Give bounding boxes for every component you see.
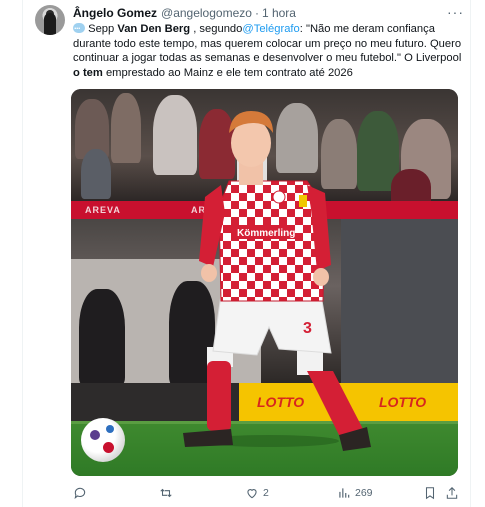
tweet-header: Ângelo Gomez @angelogomezo · 1 hora (73, 5, 296, 21)
share-icon (446, 487, 458, 499)
separator-dot: · (254, 6, 259, 20)
player-figure: 3 Kömmerling (183, 111, 371, 451)
retweet-icon (160, 488, 172, 498)
avatar-figure (44, 13, 56, 35)
column-divider-left (22, 0, 23, 507)
retweet-button[interactable] (159, 485, 173, 501)
views-button[interactable]: 269 (337, 485, 373, 501)
tweet-text-part2: , segundo (190, 23, 243, 35)
like-count: 2 (263, 487, 269, 499)
tweet[interactable]: Ângelo Gomez @angelogomezo · 1 hora ··· … (0, 0, 485, 507)
bookmark-button[interactable] (423, 485, 437, 501)
tweet-text: Sepp Van Den Berg , segundo@Telégrafo: "… (73, 19, 465, 80)
tweet-text-part1: Sepp (88, 23, 118, 35)
views-count: 269 (355, 487, 373, 499)
football (81, 418, 125, 462)
tweet-photo[interactable]: AREVA AREVA LOTTO LOTTO (71, 89, 458, 476)
tweet-text-bold-name: Van Den Berg (117, 23, 191, 35)
tweet-actions: 2 269 (73, 485, 458, 501)
bookmark-icon (425, 487, 435, 500)
reply-icon (74, 487, 86, 499)
like-button[interactable]: 2 (245, 485, 269, 501)
reply-button[interactable] (73, 485, 87, 501)
tweet-text-bold-tem: o tem (73, 66, 103, 79)
tweet-text-part4: emprestado ao Mainz e ele tem contrato a… (102, 66, 353, 79)
author-name[interactable]: Ângelo Gomez (73, 6, 157, 20)
more-options-icon[interactable]: ··· (447, 5, 464, 19)
share-button[interactable] (445, 485, 459, 501)
jersey-sponsor: Kömmerling (237, 228, 295, 239)
author-handle[interactable]: @angelogomezo (161, 6, 252, 20)
timestamp[interactable]: 1 hora (262, 6, 296, 20)
mention-link[interactable]: @Telégrafo (242, 23, 299, 35)
column-divider-right (470, 0, 471, 507)
heart-icon (247, 489, 257, 499)
views-icon (339, 488, 350, 498)
speech-bubble-icon (73, 19, 85, 34)
avatar[interactable] (35, 5, 65, 35)
shorts-number: 3 (303, 320, 312, 337)
